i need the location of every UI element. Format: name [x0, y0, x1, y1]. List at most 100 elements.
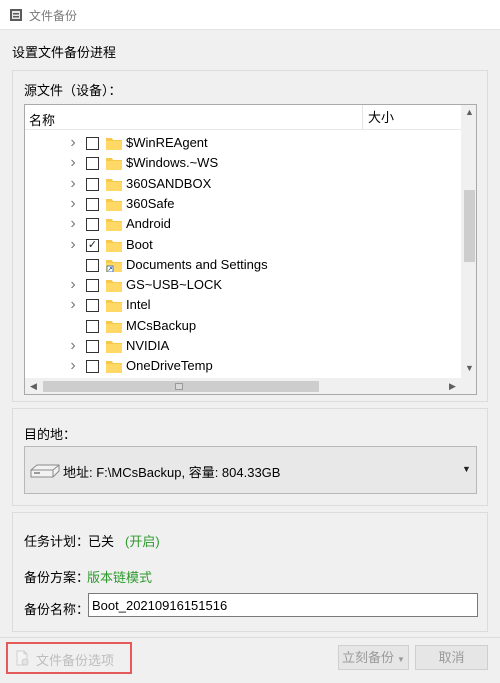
- tree-row[interactable]: › ✓ Boot: [25, 235, 461, 255]
- chevron-right-icon[interactable]: ›: [67, 358, 79, 374]
- tree-row[interactable]: › Intel: [25, 295, 461, 315]
- folder-icon: [106, 158, 122, 171]
- chevron-right-icon[interactable]: ›: [67, 175, 79, 191]
- tree-row-label: Android: [126, 216, 171, 232]
- row-checkbox[interactable]: [86, 218, 99, 232]
- row-checkbox[interactable]: [86, 299, 99, 313]
- tree-row-label: Documents and Settings: [126, 256, 268, 272]
- destination-value: 地址: F:\MCsBackup, 容量: 804.33GB: [63, 465, 281, 480]
- vertical-scroll-thumb[interactable]: [464, 190, 475, 262]
- tree-row-label: OneDriveTemp: [126, 358, 213, 374]
- tree-header: 名称 大小: [25, 105, 461, 130]
- chevron-right-icon[interactable]: ›: [67, 277, 79, 293]
- tree-row[interactable]: › 360Safe: [25, 194, 461, 214]
- app-icon: [10, 9, 22, 21]
- folder-icon: [106, 361, 122, 374]
- tree-row[interactable]: MCsBackup: [25, 316, 461, 336]
- folder-icon: [106, 219, 122, 232]
- scroll-corner: [461, 378, 476, 394]
- task-panel: 任务计划： 已关 (开启) 备份方案： 版本链模式 备份名称：: [12, 512, 488, 632]
- tree-row-label: $Windows.~WS: [126, 155, 219, 171]
- tree-row[interactable]: › GS~USB~LOCK: [25, 275, 461, 295]
- destination-dropdown[interactable]: 地址: F:\MCsBackup, 容量: 804.33GB ▼: [24, 446, 477, 494]
- scroll-grip-icon: [175, 383, 183, 390]
- folder-icon: [106, 138, 122, 150]
- scroll-down-arrow-icon[interactable]: ▼: [461, 363, 476, 373]
- tree-row-label: GS~USB~LOCK: [126, 277, 223, 293]
- folder-icon: [106, 239, 122, 252]
- folder-icon: [106, 280, 122, 293]
- backup-name-input[interactable]: [88, 593, 478, 617]
- backup-options-label: 文件备份选项: [36, 653, 115, 668]
- destination-panel: 目的地： 地址: F:\MCsBackup, 容量: 804.33GB ▼: [12, 408, 488, 506]
- folder-icon: [106, 198, 122, 211]
- backup-name-label: 备份名称：: [24, 602, 90, 617]
- chevron-right-icon[interactable]: ›: [67, 297, 79, 313]
- horizontal-scrollbar[interactable]: ◀ ▶: [25, 378, 461, 394]
- source-tree[interactable]: 名称 大小 › $WinREAgent › $Windows.~WS › 360SANDB…: [24, 104, 477, 395]
- backup-now-button[interactable]: 立刻备份 ▼: [338, 645, 409, 670]
- tree-row-label: 360Safe: [126, 195, 175, 211]
- tree-row[interactable]: › Android: [25, 214, 461, 234]
- tree-row-label: 360SANDBOX: [126, 175, 212, 191]
- row-checkbox[interactable]: [86, 197, 99, 211]
- tree-row[interactable]: › $Windows.~WS: [25, 153, 461, 173]
- tree-row[interactable]: Documents and Settings: [25, 255, 461, 275]
- source-label: 源文件（设备）：: [24, 83, 122, 98]
- backup-scheme-link[interactable]: 版本链模式: [87, 567, 152, 586]
- source-panel: 源文件（设备）： 名称 大小 › $WinREAgent › $Windows.~WS…: [12, 70, 488, 402]
- document-options-icon: [16, 650, 29, 666]
- column-header-size[interactable]: 大小: [362, 105, 461, 130]
- schedule-label: 任务计划：: [24, 534, 90, 549]
- scroll-up-arrow-icon[interactable]: ▲: [461, 107, 476, 117]
- schedule-status: 已关: [88, 534, 115, 549]
- chevron-right-icon[interactable]: ›: [67, 236, 79, 252]
- tree-row-label: MCsBackup: [126, 317, 197, 333]
- tree-row[interactable]: › 360SANDBOX: [25, 174, 461, 194]
- enable-schedule-link[interactable]: (开启): [125, 531, 160, 550]
- chevron-down-icon[interactable]: ▼: [462, 464, 471, 474]
- footer-divider: [0, 637, 500, 638]
- folder-icon: [106, 178, 122, 191]
- row-checkbox[interactable]: [86, 360, 99, 374]
- page-heading: 设置文件备份进程: [12, 45, 117, 60]
- tree-row-label: NVIDIA: [126, 338, 170, 353]
- hard-drive-icon: [30, 464, 60, 478]
- window-title: 文件备份: [29, 9, 78, 23]
- row-checkbox[interactable]: [86, 340, 99, 353]
- chevron-right-icon[interactable]: ›: [67, 155, 79, 171]
- row-checkbox[interactable]: [86, 157, 99, 171]
- tree-row[interactable]: › OneDriveTemp: [25, 356, 461, 376]
- chevron-right-icon[interactable]: ›: [67, 135, 79, 151]
- column-header-name[interactable]: 名称: [29, 110, 55, 129]
- chevron-right-icon[interactable]: ›: [67, 338, 79, 354]
- tree-row-label: Boot: [126, 236, 153, 252]
- tree-row-label: Intel: [126, 297, 151, 313]
- horizontal-scroll-thumb[interactable]: [43, 381, 319, 392]
- tree-body: › $WinREAgent › $Windows.~WS › 360SANDBOX › 360…: [25, 130, 461, 378]
- folder-icon: [106, 320, 122, 333]
- chevron-right-icon[interactable]: ›: [67, 216, 79, 232]
- scroll-left-arrow-icon[interactable]: ◀: [25, 381, 42, 392]
- backup-scheme-label: 备份方案：: [24, 570, 90, 585]
- folder-icon: [106, 341, 122, 353]
- tree-row[interactable]: › $WinREAgent: [25, 133, 461, 153]
- title-bar: 文件备份: [0, 0, 500, 30]
- row-checkbox[interactable]: [86, 279, 99, 293]
- row-checkbox[interactable]: [86, 177, 99, 191]
- row-checkbox[interactable]: ✓: [86, 238, 99, 252]
- destination-label: 目的地：: [24, 427, 77, 442]
- chevron-right-icon[interactable]: ›: [67, 195, 79, 211]
- backup-now-label: 立刻备份: [342, 650, 395, 665]
- row-checkbox[interactable]: [86, 258, 99, 272]
- row-checkbox[interactable]: [86, 319, 99, 333]
- cancel-button[interactable]: 取消: [415, 645, 488, 670]
- vertical-scrollbar[interactable]: ▲ ▼: [461, 105, 476, 378]
- tree-row[interactable]: › NVIDIA: [25, 336, 461, 356]
- scroll-right-arrow-icon[interactable]: ▶: [444, 381, 461, 392]
- row-checkbox[interactable]: [86, 137, 99, 150]
- tree-row-label: $WinREAgent: [126, 135, 208, 150]
- folder-shortcut-icon: [106, 259, 122, 272]
- backup-options-link[interactable]: 文件备份选项: [6, 642, 132, 674]
- chevron-down-icon: ▼: [397, 655, 405, 664]
